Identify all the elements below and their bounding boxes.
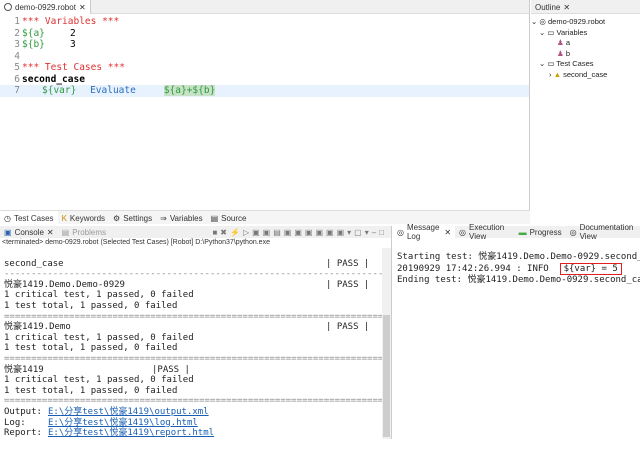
console-toolbar[interactable]: ■✖⚡▷▣▣▤▣▣▣▣▣▣▾▢▾–□ <box>212 228 391 237</box>
tab-source[interactable]: ▤ Source <box>207 211 251 225</box>
outline-variables[interactable]: ⌄ ▭ Variables <box>531 28 640 39</box>
editor-tab[interactable]: demo-0929.robot ✕ <box>0 0 91 14</box>
test-case-name: second_case <box>22 73 85 85</box>
tab-keywords[interactable]: K Keywords <box>58 211 109 225</box>
outline-testcases[interactable]: ⌄ ▭ Test Cases <box>531 59 640 70</box>
robot-file-icon <box>4 3 12 11</box>
code-area[interactable]: 1 *** Variables *** 2 ${a} 2 3 ${b} 3 4 5 *** … <box>0 14 529 97</box>
editor-panel: demo-0929.robot ✕ 1 *** Variables *** 2 ${… <box>0 0 530 210</box>
tab-test-cases[interactable]: ◷ Test Cases <box>0 211 58 225</box>
section-header: *** Variables *** <box>22 16 120 27</box>
output-link[interactable]: E:\分享test\悦豪1419\output.xml <box>48 407 209 417</box>
outline-root[interactable]: ⌄ ◎ demo-0929.robot <box>531 17 640 28</box>
log-link[interactable]: E:\分享test\悦豪1419\log.html <box>48 418 198 428</box>
tab-execution-view[interactable]: ◎ Execution View <box>455 223 515 241</box>
tab-message-log[interactable]: ◎ Message Log ✕ <box>393 223 456 241</box>
tab-documentation-view[interactable]: ◎ Documentation View <box>566 223 640 241</box>
message-log-panel: ◎ Message Log ✕ ◎ Execution View ▬ Progres… <box>393 223 640 439</box>
console-scrollbar-thumb[interactable] <box>383 315 390 437</box>
section-header: *** Test Cases *** <box>22 62 125 73</box>
outline-panel: Outline ✕ ⌄ ◎ demo-0929.robot ⌄ ▭ Variab… <box>531 0 640 210</box>
console-panel: ▣ Console ✕ ▤ Problems ■✖⚡▷▣▣▤▣▣▣▣▣▣▾▢▾–□… <box>0 226 392 439</box>
tab-console[interactable]: ▣ Console ✕ <box>0 225 58 239</box>
outline-tab[interactable]: Outline ✕ <box>531 0 574 14</box>
console-output[interactable]: second_case | PASS | ---------------------… <box>0 248 391 460</box>
editor-bottom-tabs: ◷ Test Cases K Keywords ⚙ Settings ⇒ Variab… <box>0 210 530 225</box>
outline-case[interactable]: › ▲ second_case <box>531 70 640 81</box>
message-log-output[interactable]: Starting test: 悦豪1419.Demo.Demo-0929.sec… <box>393 238 640 287</box>
terminated-label: <terminated> demo-0929.robot (Selected T… <box>2 239 270 246</box>
outline-var-b[interactable]: ♟ b <box>531 49 640 60</box>
tab-settings[interactable]: ⚙ Settings <box>109 211 156 225</box>
tab-variables[interactable]: ⇒ Variables <box>156 211 206 225</box>
report-link[interactable]: E:\分享test\悦豪1419\report.html <box>48 428 214 438</box>
highlighted-value: ${var} = 5 <box>559 262 622 275</box>
outline-var-a[interactable]: ♟ a <box>531 38 640 49</box>
tab-progress[interactable]: ▬ Progress <box>515 225 566 239</box>
tab-problems[interactable]: ▤ Problems <box>58 225 110 239</box>
